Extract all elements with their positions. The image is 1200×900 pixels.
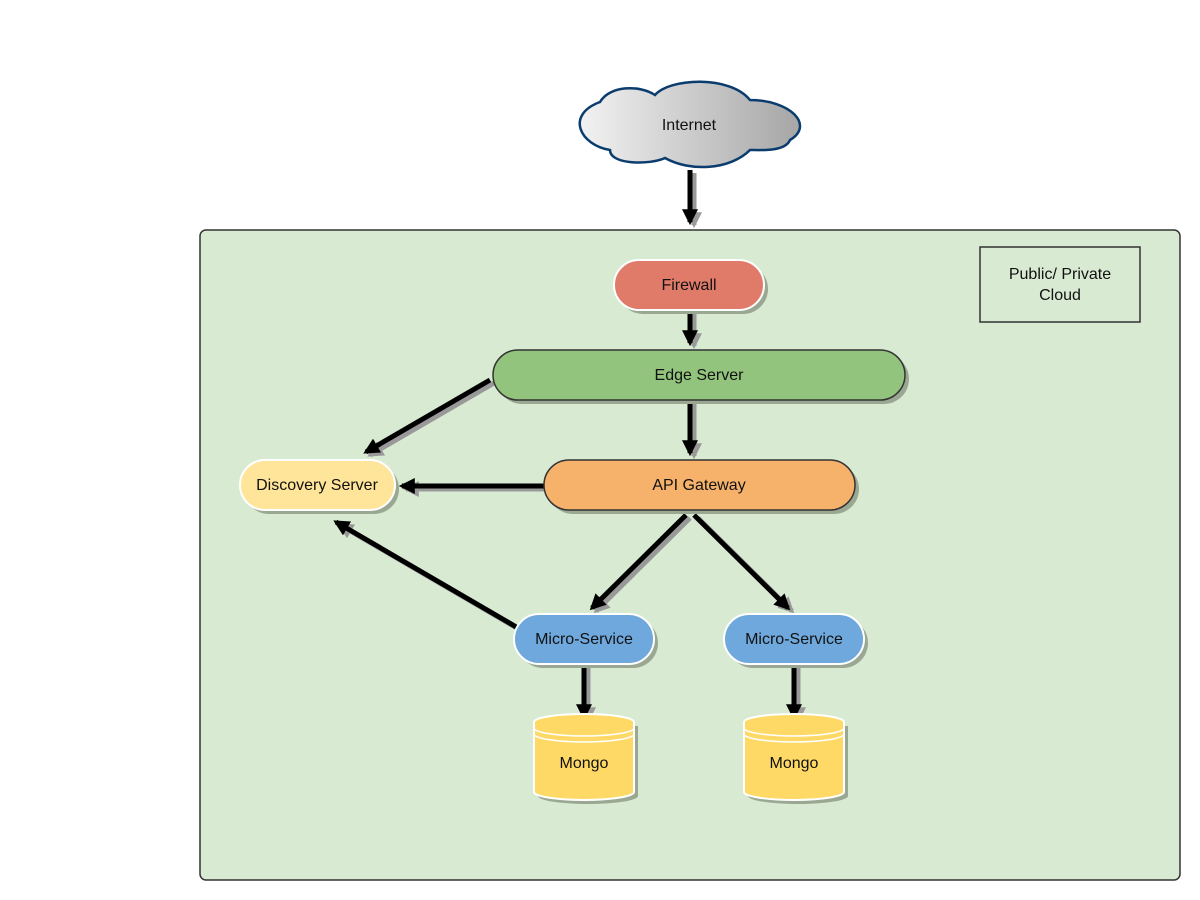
internet-label: Internet (662, 117, 717, 134)
micro-service-node-1[interactable]: Micro-Service (513, 613, 658, 668)
mongo-1-label: Mongo (560, 755, 609, 772)
mongo-node-2[interactable]: Mongo (743, 713, 848, 804)
firewall-node[interactable]: Firewall (613, 259, 768, 314)
edge-server-node[interactable]: Edge Server (492, 349, 909, 404)
firewall-label: Firewall (661, 277, 716, 294)
mongo-2-label: Mongo (770, 755, 819, 772)
mongo-node-1[interactable]: Mongo (533, 713, 638, 804)
discovery-server-label: Discovery Server (256, 477, 378, 494)
internet-cloud-node[interactable]: Internet (578, 80, 802, 169)
cloud-label-line2: Cloud (1039, 287, 1081, 304)
micro-service-2-label: Micro-Service (745, 631, 843, 648)
micro-service-1-label: Micro-Service (535, 631, 633, 648)
architecture-diagram: Public/ Private Cloud Internet Firewall … (199, 80, 1181, 881)
edge-server-label: Edge Server (655, 367, 745, 384)
api-gateway-node[interactable]: API Gateway (543, 459, 859, 514)
api-gateway-label: API Gateway (652, 477, 745, 494)
cloud-label-line1: Public/ Private (1009, 266, 1111, 283)
micro-service-node-2[interactable]: Micro-Service (723, 613, 868, 668)
discovery-server-node[interactable]: Discovery Server (239, 459, 399, 514)
